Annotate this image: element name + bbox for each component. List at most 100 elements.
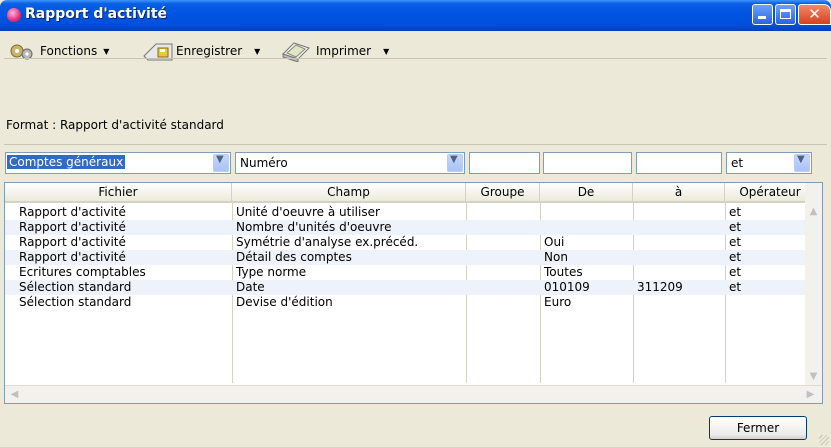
chevron-down-icon[interactable]: ▼ — [213, 154, 229, 172]
cell-groupe — [466, 235, 540, 250]
column-header-operateur[interactable]: Opérateur — [725, 183, 815, 201]
chevron-down-icon[interactable]: ▼ — [794, 154, 810, 172]
cell-a — [633, 235, 725, 250]
cell-champ: Symétrie d'analyse ex.précéd. — [236, 235, 419, 249]
horizontal-scrollbar[interactable]: ◀ ▶ — [5, 385, 822, 403]
cell-operateur: et — [729, 265, 742, 279]
scroll-left-icon[interactable]: ◀ — [7, 387, 22, 402]
champ-dropdown[interactable]: Numéro ▼ — [235, 152, 465, 174]
fonctions-label: Fonctions — [40, 44, 98, 58]
table-row[interactable]: Rapport d'activité Unité d'oeuvre à util… — [5, 205, 815, 220]
a-input[interactable] — [636, 152, 722, 174]
column-header-champ[interactable]: Champ — [232, 183, 466, 201]
table-row[interactable]: Rapport d'activité Détail des comptes No… — [5, 250, 815, 265]
window-title: Rapport d'activité — [25, 6, 168, 22]
cell-a — [633, 250, 725, 265]
cell-a — [633, 295, 725, 310]
cell-operateur: et — [729, 280, 742, 294]
title-bar[interactable]: Rapport d'activité ✕ — [0, 0, 831, 31]
cell-groupe — [466, 220, 540, 235]
cell-groupe — [466, 265, 540, 280]
cell-de: 010109 — [544, 280, 590, 294]
cell-groupe — [466, 280, 540, 295]
cell-operateur: et — [729, 235, 742, 249]
cell-champ: Unité d'oeuvre à utiliser — [236, 205, 380, 219]
enregistrer-menu[interactable]: Enregistrer ▼ — [142, 38, 260, 64]
column-header-fichier[interactable]: Fichier — [5, 183, 232, 201]
cell-a: 311209 — [637, 280, 683, 294]
table-header: Fichier Champ Groupe De à Opérateur — [5, 183, 815, 203]
de-input[interactable] — [543, 152, 632, 174]
close-icon: ✕ — [808, 5, 821, 23]
close-button[interactable]: ✕ — [798, 4, 831, 25]
chevron-down-icon: ▼ — [254, 46, 261, 56]
maximize-button[interactable] — [775, 4, 796, 25]
report-window: Rapport d'activité ✕ Fonctions ▼ Enregis… — [0, 0, 831, 447]
format-divider — [4, 144, 827, 145]
table-row[interactable]: Ecritures comptables Type norme Toutes e… — [5, 265, 815, 280]
column-header-a[interactable]: à — [633, 183, 725, 201]
table-row[interactable]: Rapport d'activité Nombre d'unités d'oeu… — [5, 220, 815, 235]
champ-value: Numéro — [240, 156, 288, 170]
scroll-down-icon[interactable]: ▼ — [806, 369, 821, 384]
criteria-table: Fichier Champ Groupe De à Opérateur Rapp… — [4, 182, 823, 404]
vertical-scrollbar[interactable]: ▲ ▼ — [805, 183, 822, 386]
cell-de — [540, 205, 633, 220]
cell-de: Non — [544, 250, 568, 264]
format-label: Format : Rapport d'activité standard — [6, 118, 224, 132]
cell-operateur: et — [729, 220, 742, 234]
cell-fichier: Rapport d'activité — [19, 220, 126, 234]
cell-fichier: Sélection standard — [19, 295, 132, 309]
cell-de: Toutes — [544, 265, 583, 279]
imprimer-menu[interactable]: Imprimer ▼ — [280, 38, 389, 64]
cell-de — [540, 220, 633, 235]
toolbar: Fonctions ▼ Enregistrer ▼ Imprimer ▼ — [0, 31, 831, 89]
cell-fichier: Ecritures comptables — [19, 265, 146, 279]
toolbar-divider — [4, 58, 827, 59]
cell-groupe — [466, 250, 540, 265]
operateur-dropdown[interactable]: et ▼ — [726, 152, 812, 174]
cell-de: Oui — [544, 235, 565, 249]
minimize-button[interactable] — [752, 4, 773, 25]
cell-champ: Nombre d'unités d'oeuvre — [236, 220, 392, 234]
resize-grip-icon[interactable] — [819, 435, 829, 445]
table-row[interactable]: Rapport d'activité Symétrie d'analyse ex… — [5, 235, 815, 250]
groupe-input[interactable] — [469, 152, 540, 174]
scroll-up-icon[interactable]: ▲ — [806, 204, 821, 219]
cell-a — [633, 220, 725, 235]
cell-de: Euro — [544, 295, 572, 309]
cell-groupe — [466, 205, 540, 220]
cell-a — [633, 265, 725, 280]
compte-value: Comptes généraux — [7, 155, 126, 169]
fonctions-menu[interactable]: Fonctions ▼ — [8, 38, 109, 64]
app-icon — [7, 8, 21, 22]
cell-operateur — [725, 295, 815, 310]
cell-fichier: Rapport d'activité — [19, 205, 126, 219]
cell-a — [633, 205, 725, 220]
table-row[interactable]: Sélection standard Devise d'édition Euro — [5, 295, 815, 310]
column-header-groupe[interactable]: Groupe — [466, 183, 540, 201]
compte-dropdown[interactable]: Comptes généraux ▼ — [5, 152, 231, 174]
cell-champ: Devise d'édition — [236, 295, 333, 309]
cell-operateur: et — [729, 250, 742, 264]
enregistrer-label: Enregistrer — [176, 44, 243, 58]
chevron-down-icon: ▼ — [103, 46, 110, 56]
minimize-icon — [758, 16, 766, 19]
cell-operateur: et — [729, 205, 742, 219]
chevron-down-icon: ▼ — [383, 46, 390, 56]
cell-fichier: Rapport d'activité — [19, 250, 126, 264]
cell-groupe — [466, 295, 540, 310]
cell-champ: Date — [236, 280, 265, 294]
cell-champ: Détail des comptes — [236, 250, 352, 264]
cell-fichier: Rapport d'activité — [19, 235, 126, 249]
column-header-de[interactable]: De — [540, 183, 633, 201]
maximize-icon — [780, 9, 791, 19]
operateur-value: et — [731, 156, 744, 170]
cell-fichier: Sélection standard — [19, 280, 132, 294]
scroll-right-icon[interactable]: ▶ — [803, 387, 818, 402]
imprimer-label: Imprimer — [316, 44, 372, 58]
fermer-button[interactable]: Fermer — [709, 416, 807, 440]
cell-champ: Type norme — [236, 265, 307, 279]
table-row[interactable]: Sélection standard Date 010109 311209 et — [5, 280, 815, 295]
chevron-down-icon[interactable]: ▼ — [447, 154, 463, 172]
